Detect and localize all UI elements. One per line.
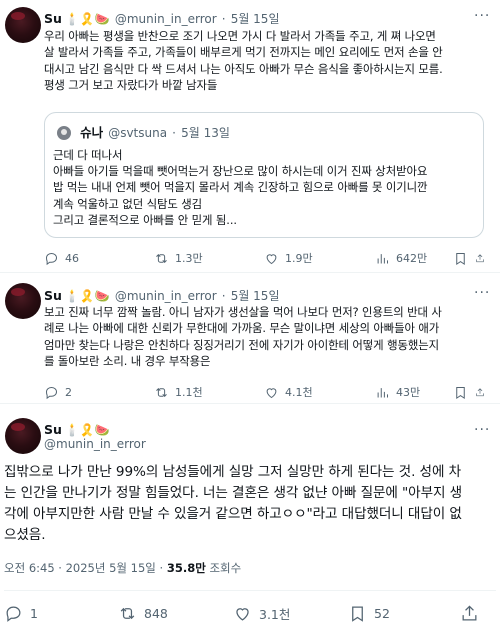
author-handle[interactable]: @munin_in_error [115, 289, 217, 303]
share-icon [476, 253, 484, 262]
share-icon [476, 387, 484, 396]
share-button[interactable] [475, 250, 491, 266]
quote-author-handle: @svtsuna [108, 126, 168, 140]
author-emojis: 🕯️🎗️🍉 [64, 289, 110, 303]
share-button[interactable] [460, 604, 484, 623]
like-icon [266, 387, 277, 398]
reply-icon [6, 606, 21, 622]
author-name[interactable]: Su [44, 422, 62, 437]
divider [4, 590, 496, 591]
quote-author-name: 슈나 [80, 125, 104, 140]
more-icon[interactable]: ··· [474, 285, 490, 301]
views-icon [377, 387, 388, 397]
reply-icon [45, 386, 58, 399]
more-icon[interactable]: ··· [474, 422, 490, 438]
separator: · [172, 126, 176, 140]
quote-tweet[interactable]: 슈나 @svtsuna · 5월 13일 근데 다 떠나서 아빠들 아기들 먹을… [44, 112, 484, 238]
more-icon[interactable]: ··· [474, 8, 490, 24]
tweet-focused[interactable]: Su 🕯️🎗️🍉 @munin_in_error ··· 집밖으로 나가 만난 9… [0, 404, 500, 632]
author-handle[interactable]: @munin_in_error [115, 12, 217, 26]
quote-text: 근데 다 떠나서 아빠들 아기들 먹을때 뺏어먹는거 장난으로 많이 하시는데 … [53, 148, 428, 227]
tweet-2[interactable]: Su 🕯️🎗️🍉 @munin_in_error · 5월 15일 ··· 보고 … [0, 273, 500, 403]
avatar[interactable] [5, 283, 41, 319]
like-count: 4.1천 [285, 386, 313, 399]
avatar[interactable] [5, 7, 41, 43]
bookmark-icon [456, 252, 465, 265]
views-button[interactable]: 43만 [375, 384, 453, 400]
author-name[interactable]: Su [44, 288, 62, 303]
separator: · [221, 289, 226, 303]
views-icon [377, 253, 388, 263]
repost-button[interactable]: 1.3만 [154, 250, 264, 266]
reply-icon [45, 252, 58, 265]
like-button[interactable]: 3.1천 [233, 604, 348, 623]
view-count: 43만 [396, 386, 421, 399]
quote-avatar [57, 125, 71, 140]
separator: · [221, 12, 226, 26]
share-button[interactable] [475, 384, 491, 400]
like-button[interactable]: 4.1천 [264, 384, 375, 400]
view-count: 35.8만 [166, 561, 206, 575]
bookmark-button[interactable] [453, 384, 475, 400]
reply-count: 46 [65, 251, 79, 265]
views-label: 조회수 [205, 561, 242, 575]
post-timestamp[interactable]: 오전 6:45 · 2025년 5월 15일 · [4, 561, 167, 575]
bookmark-count: 52 [374, 606, 390, 621]
post-date[interactable]: 5월 15일 [231, 289, 280, 303]
repost-button[interactable]: 848 [118, 604, 233, 623]
view-count: 642만 [396, 252, 428, 265]
repost-count: 1.1천 [175, 386, 203, 399]
author-name[interactable]: Su [44, 11, 62, 26]
reply-count: 2 [65, 385, 72, 399]
views-button[interactable]: 642만 [375, 250, 453, 266]
repost-icon [156, 253, 167, 263]
quote-date: 5월 13일 [181, 126, 230, 140]
like-count: 1.9만 [285, 252, 313, 265]
repost-icon [120, 607, 135, 620]
reply-button[interactable]: 2 [44, 384, 154, 400]
post-text: 보고 진짜 너무 깜짝 놀람. 아니 남자가 생선살을 먹어 나보다 먼저? 인… [44, 305, 442, 368]
reply-count: 1 [30, 606, 38, 621]
post-text: 집밖으로 나가 만난 99%의 남성들에게 실망 그저 실망만 하게 된다는 것… [4, 464, 463, 543]
bookmark-button[interactable]: 52 [348, 604, 460, 623]
reply-button[interactable]: 46 [44, 250, 154, 266]
like-icon [266, 253, 277, 264]
post-text: 우리 아빠는 평생을 반찬으로 조기 나오면 가시 다 발라서 가족들 주고, … [44, 29, 443, 92]
post-date[interactable]: 5월 15일 [231, 12, 280, 26]
repost-count: 848 [144, 606, 168, 621]
repost-count: 1.3만 [175, 252, 203, 265]
bookmark-icon [456, 386, 465, 399]
author-emojis: 🕯️🎗️🍉 [64, 423, 110, 437]
like-count: 3.1천 [259, 607, 291, 622]
repost-button[interactable]: 1.1천 [154, 384, 264, 400]
repost-icon [156, 387, 167, 397]
avatar[interactable] [5, 418, 41, 454]
share-icon [462, 605, 477, 621]
bookmark-button[interactable] [453, 250, 475, 266]
reply-button[interactable]: 1 [4, 604, 118, 623]
like-button[interactable]: 1.9만 [264, 250, 375, 266]
author-handle[interactable]: @munin_in_error [44, 437, 146, 451]
tweet-1[interactable]: Su 🕯️🎗️🍉 @munin_in_error · 5월 15일 ··· 우리 … [0, 0, 500, 272]
bookmark-icon [352, 606, 363, 622]
author-emojis: 🕯️🎗️🍉 [64, 12, 110, 26]
like-icon [236, 608, 249, 621]
